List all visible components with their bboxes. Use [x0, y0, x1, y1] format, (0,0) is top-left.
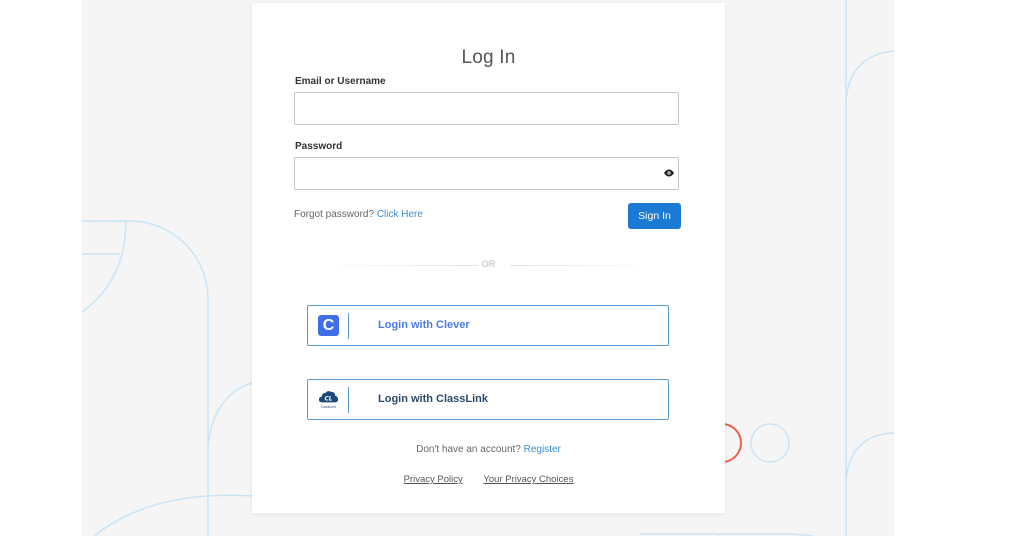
sign-in-button[interactable]: Sign In — [628, 203, 681, 229]
privacy-policy-link[interactable]: Privacy Policy — [404, 474, 463, 485]
svg-text:ClassLink: ClassLink — [321, 405, 337, 409]
page-title: Log In — [461, 47, 516, 68]
register-link[interactable]: Register — [524, 444, 561, 455]
password-label: Password — [295, 141, 343, 152]
svg-text:CL: CL — [325, 396, 333, 402]
footer-links: Privacy Policy Your Privacy Choices — [252, 474, 725, 485]
login-with-classlink-button[interactable]: CL ClassLink Login with ClassLink — [307, 379, 669, 420]
eye-icon[interactable] — [663, 168, 675, 178]
decor-circle-blue — [750, 423, 790, 463]
sso-divider — [348, 313, 349, 339]
register-prompt: Don't have an account? Register — [252, 444, 725, 455]
password-field[interactable] — [294, 157, 679, 190]
email-label: Email or Username — [295, 76, 386, 87]
register-text: Don't have an account? — [416, 444, 521, 455]
decor-curve-left-lower — [207, 382, 253, 446]
decor-curve-bottom-left — [93, 494, 253, 536]
forgot-password: Forgot password? Click Here — [294, 209, 423, 220]
decor-arc-right-bottom — [845, 432, 894, 481]
classlink-button-label: Login with ClassLink — [378, 393, 489, 405]
sso-divider — [348, 387, 349, 413]
decor-curve-left — [82, 220, 127, 313]
login-card: Log In Email or Username Password Forgot… — [252, 3, 725, 513]
privacy-choices-link[interactable]: Your Privacy Choices — [483, 474, 573, 485]
forgot-password-text: Forgot password? — [294, 209, 375, 220]
forgot-password-link[interactable]: Click Here — [377, 209, 423, 220]
login-with-clever-button[interactable]: C Login with Clever — [307, 305, 669, 346]
decor-arc-right-top — [845, 50, 894, 101]
clever-logo-icon: C — [318, 315, 339, 336]
or-label: OR — [481, 259, 496, 269]
email-field[interactable] — [294, 92, 679, 125]
clever-button-label: Login with Clever — [378, 319, 470, 331]
classlink-logo-icon: CL ClassLink — [318, 391, 339, 409]
decor-arc-left — [82, 220, 209, 536]
